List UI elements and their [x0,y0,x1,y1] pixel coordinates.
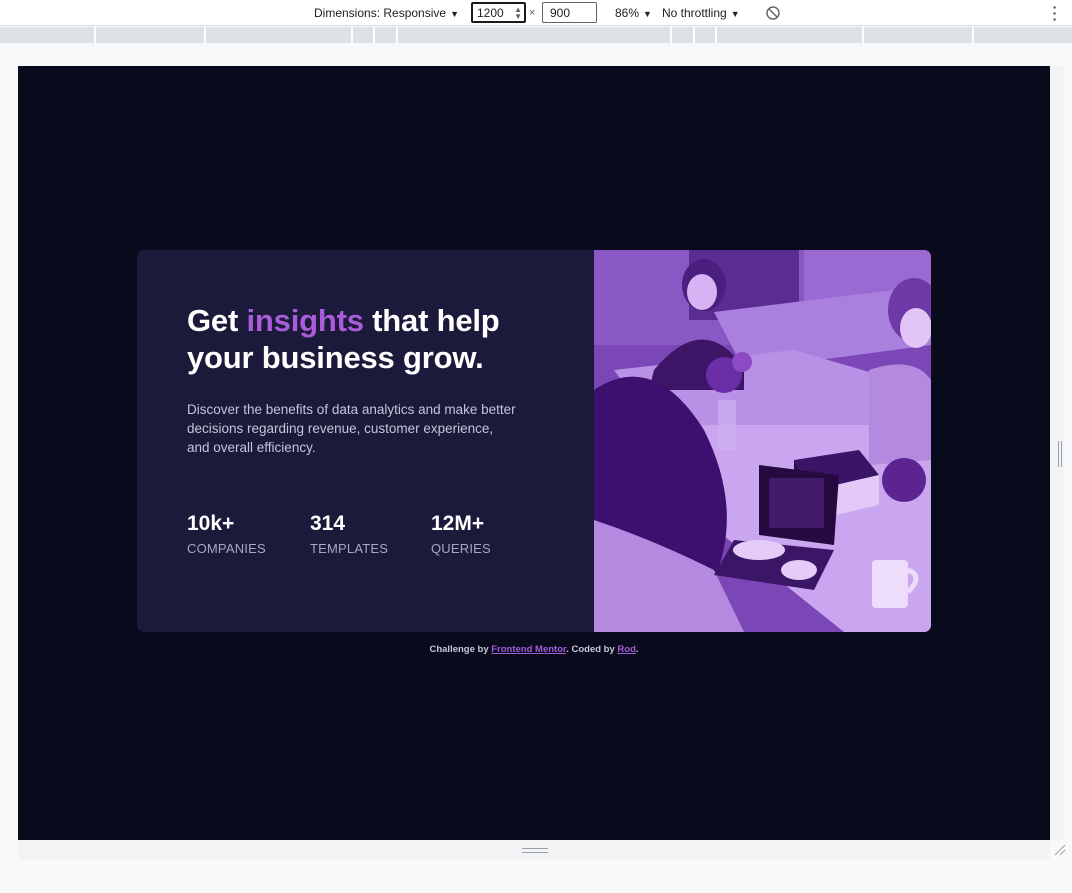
throttling-caret-icon: ▼ [730,9,740,19]
dimension-separator: × [529,7,536,19]
zoom-caret-icon: ▼ [643,9,652,19]
more-vertical-icon[interactable]: · · · [1050,0,1060,26]
width-input[interactable]: 1200 ▲ ▼ [471,2,526,23]
attribution-middle: . Coded by [566,644,618,655]
headline-accent: insights [246,303,364,338]
office-photo-illustration [594,250,931,632]
stats-preview-card: Get insights that help your business gro… [137,250,931,632]
card-content: Get insights that help your business gro… [137,250,594,632]
emulated-viewport: Get insights that help your business gro… [18,66,1050,840]
stat-templates: 314 TEMPLATES [310,512,388,557]
headline-start: Get [187,303,247,338]
devtools-toolbar: Dimensions: Responsive ▼ 1200 ▲ ▼ × 900 86… [0,0,1072,26]
media-query-divider [396,27,398,43]
dimensions-dropdown[interactable]: Dimensions: Responsive ▼ [314,6,459,20]
attribution: Challenge by Frontend Mentor. Coded by R… [18,644,1050,655]
attribution-prefix: Challenge by [429,644,492,655]
stat-companies: 10k+ COMPANIES [187,512,266,557]
stats-row: 10k+ COMPANIES 314 TEMPLATES 12M+ QUERIE… [187,512,547,572]
height-value: 900 [550,6,571,20]
media-query-divider [972,27,974,43]
author-link[interactable]: Rod [617,644,635,655]
media-query-bar[interactable] [0,27,1072,43]
dimensions-caret-icon: ▼ [450,9,459,19]
throttling-value: No throttling [662,6,727,20]
media-query-divider [373,27,375,43]
stat-label: COMPANIES [187,541,266,556]
media-query-divider [862,27,864,43]
stat-value: 12M+ [431,512,485,535]
resize-grip-icon[interactable] [522,848,548,853]
media-query-divider [670,27,672,43]
width-value: 1200 [477,6,504,20]
stat-value: 314 [310,512,346,535]
media-query-divider [715,27,717,43]
media-query-divider [94,27,96,43]
width-spinner-icon[interactable]: ▲ ▼ [514,6,522,21]
height-input[interactable]: 900 [542,2,597,23]
stat-label: TEMPLATES [310,541,389,556]
dimensions-label: Dimensions: Responsive [314,6,447,20]
stat-value: 10k+ [187,512,235,535]
media-query-divider [351,27,353,43]
resize-grip-icon[interactable] [1058,441,1062,467]
zoom-value: 86% [615,6,640,20]
throttling-dropdown[interactable]: No throttling ▼ [662,6,740,20]
corner-resize-icon[interactable] [1053,843,1067,857]
header-image [594,250,931,632]
card-description: Discover the benefits of data analytics … [187,402,516,455]
stat-queries: 12M+ QUERIES [431,512,491,557]
frontend-mentor-link[interactable]: Frontend Mentor [491,644,566,655]
card-headline: Get insights that help your business gro… [187,302,547,376]
media-query-divider [693,27,695,43]
media-query-divider [204,27,206,43]
rotate-icon[interactable] [764,4,782,22]
zoom-dropdown[interactable]: 86% ▼ [615,6,652,20]
attribution-suffix: . [635,644,639,655]
stat-label: QUERIES [431,541,491,556]
